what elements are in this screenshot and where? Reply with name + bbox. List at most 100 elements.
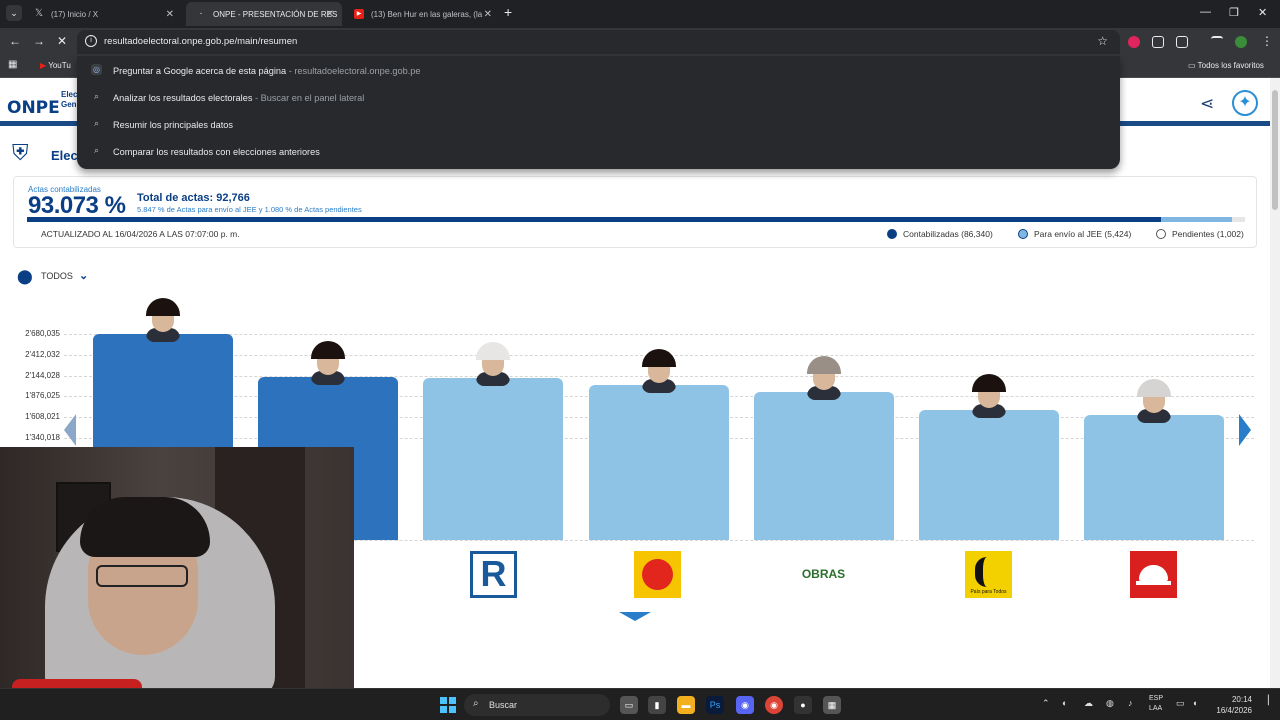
all-bookmarks[interactable]: ▭ Todos los favoritos (1188, 61, 1264, 70)
tray-icon[interactable]: ◍ (1106, 698, 1114, 709)
tab-label: (17) Inicio / X (51, 9, 99, 19)
tray-icon[interactable]: ◐ (1062, 698, 1067, 708)
legend-label: Contabilizadas (86,340) (903, 229, 993, 239)
scrollbar[interactable] (1270, 78, 1280, 688)
close-window-button[interactable]: ✕ (1258, 6, 1267, 19)
forward-icon[interactable]: → (33, 34, 45, 48)
suggestion-text: Resumir los principales datos (113, 120, 233, 130)
page-title: Elec (51, 148, 78, 163)
tab-search-button[interactable]: ⌄ (6, 5, 22, 21)
tray-icon[interactable]: ☁ (1084, 698, 1093, 709)
cam-glasses (96, 565, 188, 587)
candidate-bar[interactable] (588, 384, 729, 540)
app-icon[interactable]: ▮ (648, 696, 666, 714)
photoshop-icon[interactable]: Ps (706, 696, 724, 714)
menu-icon[interactable]: ⋮ (1261, 34, 1273, 48)
peru-crest-icon: ⛨ (12, 140, 29, 165)
legend-pending: Pendientes (1,002) (1156, 229, 1244, 239)
suggestion-analyze[interactable]: ⌕ Analizar los resultados electorales - … (77, 85, 1120, 109)
photo-hair (476, 341, 511, 360)
candidate-bar[interactable] (753, 391, 894, 540)
tab-onpe[interactable]: · ONPE - PRESENTACIÓN DE RES ✕ (186, 2, 342, 26)
site-info-icon[interactable]: i (85, 35, 97, 47)
close-icon[interactable]: ✕ (326, 9, 334, 20)
bookmark-label: YouTu (48, 61, 71, 70)
tab-youtube[interactable]: ▶ (13) Ben Hur en las galeras, (la ✕ (344, 2, 500, 26)
summary-card: Actas contabilizadas 93.073 % Total de a… (13, 176, 1257, 248)
clock-time: 20:14 (1231, 695, 1252, 704)
suggestion-ask-google[interactable]: ◎ Preguntar a Google acerca de esta pági… (77, 58, 1120, 82)
y-tick-label: 2'144,028 (25, 370, 60, 380)
accessibility-icon[interactable]: ✦ (1232, 90, 1258, 116)
windows-start-icon[interactable] (440, 697, 456, 713)
suggestion-sub: - Buscar en el panel lateral (252, 93, 365, 103)
candidate-photo (311, 341, 346, 386)
stop-icon[interactable]: ✕ (57, 34, 67, 48)
scrollbar-thumb[interactable] (1272, 90, 1278, 210)
candidate-bar[interactable] (919, 410, 1059, 540)
share-icon[interactable]: ⋖ (1200, 94, 1214, 114)
file-explorer-icon[interactable]: ▬ (677, 696, 695, 714)
y-tick-label: 1'340,018 (25, 433, 60, 442)
search-icon: ⌕ (93, 145, 100, 155)
extension-icon[interactable] (1152, 36, 1164, 48)
media-icon[interactable] (1211, 36, 1223, 48)
candidate-bar[interactable] (423, 377, 564, 540)
taskbar-clock[interactable]: 20:14 16/4/2026 (1204, 694, 1252, 716)
lang-line: ESP (1149, 695, 1164, 702)
chrome-icon[interactable]: ◉ (765, 696, 783, 714)
mic-icon[interactable]: ♪ (1128, 698, 1133, 708)
suggestion-text: Comparar los resultados con elecciones a… (113, 147, 320, 157)
suggestion-text: Preguntar a Google acerca de esta página (113, 66, 287, 76)
candidate-bar[interactable] (1084, 414, 1225, 540)
close-icon[interactable]: ✕ (484, 9, 492, 20)
language-indicator[interactable]: ESP LAA (1149, 694, 1163, 714)
omnibox-suggestions: ◎ Preguntar a Google acerca de esta pági… (77, 56, 1120, 169)
tab-label: (13) Ben Hur en las galeras, (la (371, 9, 483, 19)
photo-hair (972, 374, 1006, 393)
region-filter[interactable]: TODOS (41, 271, 73, 281)
back-icon[interactable]: ← (9, 34, 21, 48)
notification-icon[interactable]: ▏ (1268, 695, 1275, 706)
address-bar[interactable]: i resultadoelectoral.onpe.gob.pe/main/re… (77, 30, 1120, 54)
puzzle-icon[interactable] (1176, 36, 1188, 48)
photo-hair (311, 341, 346, 360)
obs-icon[interactable]: ● (794, 696, 812, 714)
extension-icon[interactable] (1128, 36, 1140, 48)
bookmark-youtube[interactable]: ▶ YouTu (40, 61, 71, 70)
next-arrow[interactable] (1239, 414, 1251, 446)
network-icon[interactable]: ▭ (1176, 698, 1185, 709)
progress-bar (27, 217, 1245, 222)
bookmark-label: Todos los favoritos (1197, 61, 1264, 70)
chevron-down-icon[interactable]: ⌄ (79, 269, 88, 282)
photo-hair (1137, 378, 1172, 397)
tab-twitter[interactable]: 𝕏 (17) Inicio / X ✕ (24, 2, 182, 26)
suggestion-compare[interactable]: ⌕ Comparar los resultados con elecciones… (77, 139, 1120, 163)
suggestion-summarize[interactable]: ⌕ Resumir los principales datos (77, 112, 1120, 136)
tab-bar: ⌄ 𝕏 (17) Inicio / X ✕ · ONPE - PRESENTAC… (0, 0, 1280, 28)
candidate-photo (972, 374, 1006, 419)
taskbar-search[interactable]: ⌕ Buscar (464, 694, 610, 716)
avatar[interactable] (1235, 36, 1247, 48)
new-tab-button[interactable]: + (504, 4, 512, 20)
party-logo-helmet (1130, 551, 1177, 598)
chevron-up-icon[interactable]: ⌃ (1042, 698, 1050, 709)
pct-value: 93.073 % (28, 192, 126, 219)
restore-button[interactable]: ❐ (1229, 6, 1239, 19)
calculator-icon[interactable]: ▦ (823, 696, 841, 714)
discord-icon[interactable]: ◉ (736, 696, 754, 714)
y-tick-label: 1'876,025 (25, 391, 60, 401)
minimize-button[interactable]: — (1200, 6, 1211, 18)
task-view-icon[interactable]: ▭ (620, 696, 638, 714)
prev-arrow[interactable] (64, 414, 76, 446)
selected-indicator (619, 612, 651, 621)
search-icon: ⌕ (473, 698, 479, 709)
y-tick-label: 1'608,021 (25, 412, 60, 422)
tab-label: ONPE - PRESENTACIÓN DE RES (213, 9, 338, 19)
volume-icon[interactable]: ◖ (1192, 698, 1197, 708)
bookmark-star-icon[interactable]: ☆ (1097, 34, 1108, 48)
onpe-logo[interactable]: ONPE (7, 98, 60, 118)
apps-icon[interactable]: ▦ (8, 59, 17, 70)
y-tick-label: 2'412,032 (25, 349, 60, 359)
close-icon[interactable]: ✕ (166, 9, 174, 20)
